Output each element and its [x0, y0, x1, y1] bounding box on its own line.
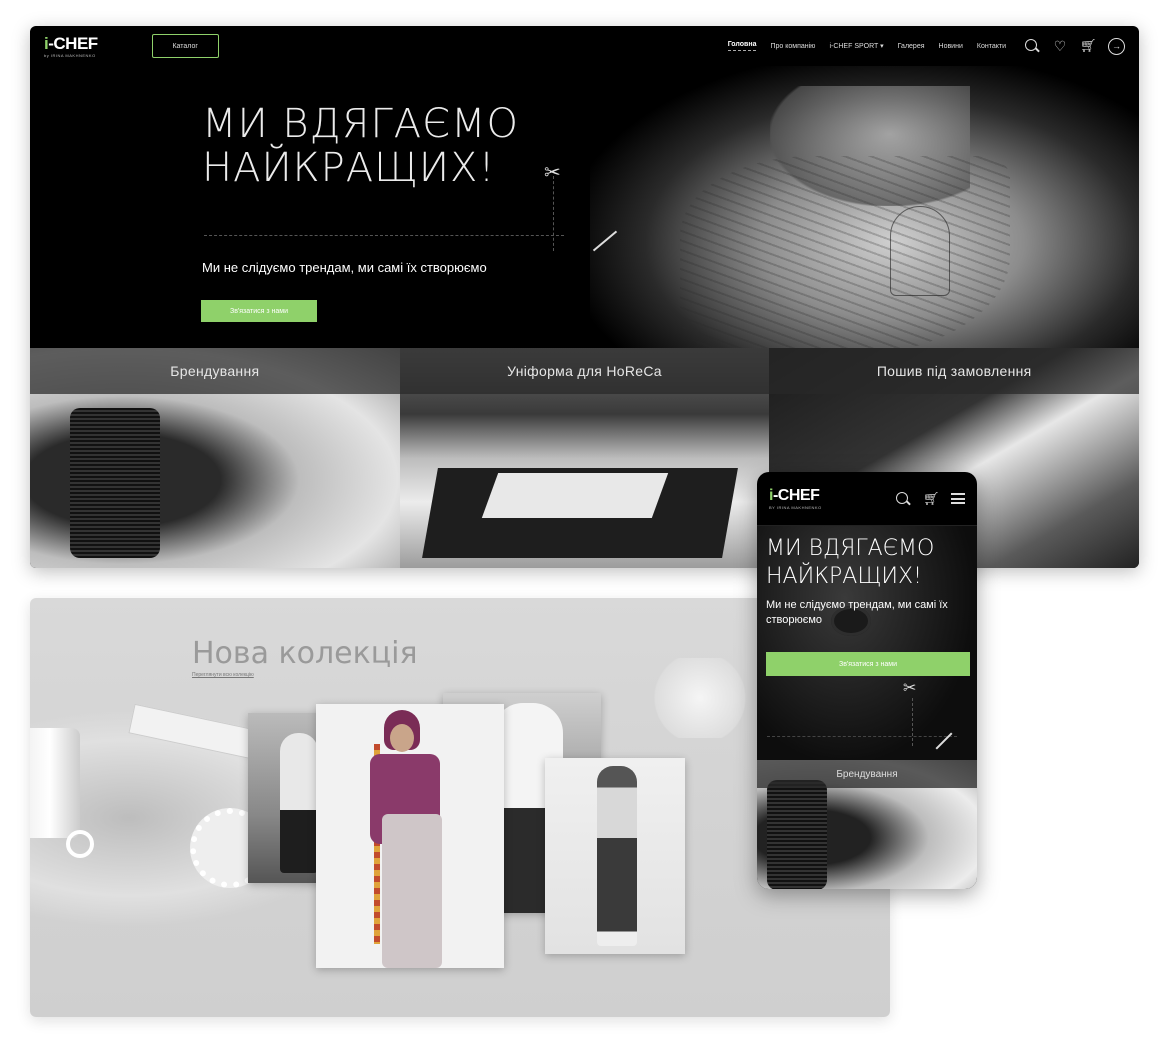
top-navigation: i-CHEF by IRINA MAKHNENKO Каталог Головн…: [30, 26, 1139, 66]
ring-image: [66, 830, 94, 858]
nav-item-news[interactable]: Новини: [939, 43, 963, 50]
heart-icon[interactable]: ♡: [1052, 38, 1068, 54]
contact-button[interactable]: Зв'язатися з нами: [201, 300, 317, 322]
dashed-line-vertical: [553, 176, 554, 251]
category-label: Пошив під замовлення: [769, 348, 1139, 394]
thread-spool-image: [30, 728, 80, 838]
mobile-contact-button[interactable]: Зв'язатися з нами: [766, 652, 970, 676]
thread-spool-image: [767, 780, 827, 889]
collection-photo[interactable]: [545, 758, 685, 954]
sketch-figure: [890, 206, 950, 296]
cart-icon[interactable]: 🛒︎: [923, 491, 940, 507]
logo-tagline: by IRINA MAKHNENKO: [44, 52, 96, 58]
collection-photo-featured[interactable]: [316, 704, 504, 968]
hero-title-line2: НАЙКРАЩИХ!: [202, 145, 496, 191]
model-apron: [382, 814, 442, 968]
mobile-hero-title-line1: МИ ВДЯГАЄМО: [766, 536, 935, 561]
background-decoration: [650, 658, 750, 738]
logo-mark-text: -CHEF: [48, 33, 98, 53]
logo[interactable]: i-CHEF by IRINA MAKHNENKO: [44, 35, 98, 58]
view-collection-link[interactable]: Переглянути всю колекцію: [192, 672, 254, 678]
mobile-screen: i-CHEF BY IRINA MAKHNENKO 🛒︎ МИ ВДЯГАЄМО…: [757, 472, 977, 889]
category-label: Брендування: [30, 348, 400, 394]
sketch-image: [680, 156, 1010, 356]
dashed-line: [767, 736, 957, 737]
dashed-line: [204, 235, 564, 236]
scissors-icon: ✂︎: [903, 680, 917, 697]
hero-photo: [590, 66, 1139, 386]
login-icon[interactable]: →: [1108, 37, 1125, 55]
mobile-hero-subtitle: Ми не слідуємо трендам, ми самі їх створ…: [766, 599, 948, 626]
menu-icon[interactable]: [951, 493, 965, 504]
category-label: Брендування: [757, 760, 977, 788]
logo-mark-text: -CHEF: [772, 486, 820, 504]
catalog-button[interactable]: Каталог: [151, 34, 219, 58]
nav-item-sport[interactable]: i-CHEF SPORT ▾: [829, 42, 883, 50]
hero-subtitle: Ми не слідуємо трендам, ми самі їх створ…: [202, 260, 487, 275]
dashed-line-vertical: [912, 698, 913, 746]
mobile-header: i-CHEF BY IRINA MAKHNENKO 🛒︎: [757, 472, 977, 526]
logo-tagline: BY IRINA MAKHNENKO: [769, 504, 822, 510]
model-figure: [280, 733, 318, 873]
hero-title-line1: МИ ВДЯГАЄМО: [202, 101, 520, 147]
search-icon[interactable]: [1024, 38, 1040, 54]
mobile-hero-title: МИ ВДЯГАЄМО НАЙКРАЩИХ!: [766, 535, 934, 591]
pattern-paper-image: [481, 473, 668, 518]
hero-title: МИ ВДЯГАЄМО НАЙКРАЩИХ!: [202, 102, 519, 190]
category-branding[interactable]: Брендування: [30, 348, 400, 568]
model-figure: [597, 766, 637, 946]
scissors-icon: ✂︎: [544, 162, 561, 184]
nav-item-home[interactable]: Головна: [727, 41, 757, 51]
nav-item-gallery[interactable]: Галерея: [898, 43, 925, 50]
mobile-hero-title-line2: НАЙКРАЩИХ!: [766, 564, 922, 589]
category-horeca[interactable]: Уніформа для HoReCa: [399, 348, 770, 568]
mobile-category-branding[interactable]: Брендування: [757, 760, 977, 889]
search-icon[interactable]: [895, 491, 911, 507]
thread-spool-image: [70, 408, 160, 558]
nav-item-contacts[interactable]: Контакти: [977, 43, 1006, 50]
collection-title: Нова колекція: [192, 636, 418, 671]
category-label: Уніформа для HoReCa: [399, 348, 770, 394]
main-nav: Головна Про компанію i-CHEF SPORT ▾ Гале…: [727, 37, 1125, 55]
header-icons: ♡ 🛒︎ →: [1024, 37, 1125, 55]
cart-icon[interactable]: 🛒︎: [1080, 38, 1097, 54]
logo[interactable]: i-CHEF BY IRINA MAKHNENKO: [769, 486, 822, 510]
model-face: [390, 724, 414, 752]
nav-item-about[interactable]: Про компанію: [770, 43, 815, 50]
mobile-header-icons: 🛒︎: [895, 491, 965, 507]
